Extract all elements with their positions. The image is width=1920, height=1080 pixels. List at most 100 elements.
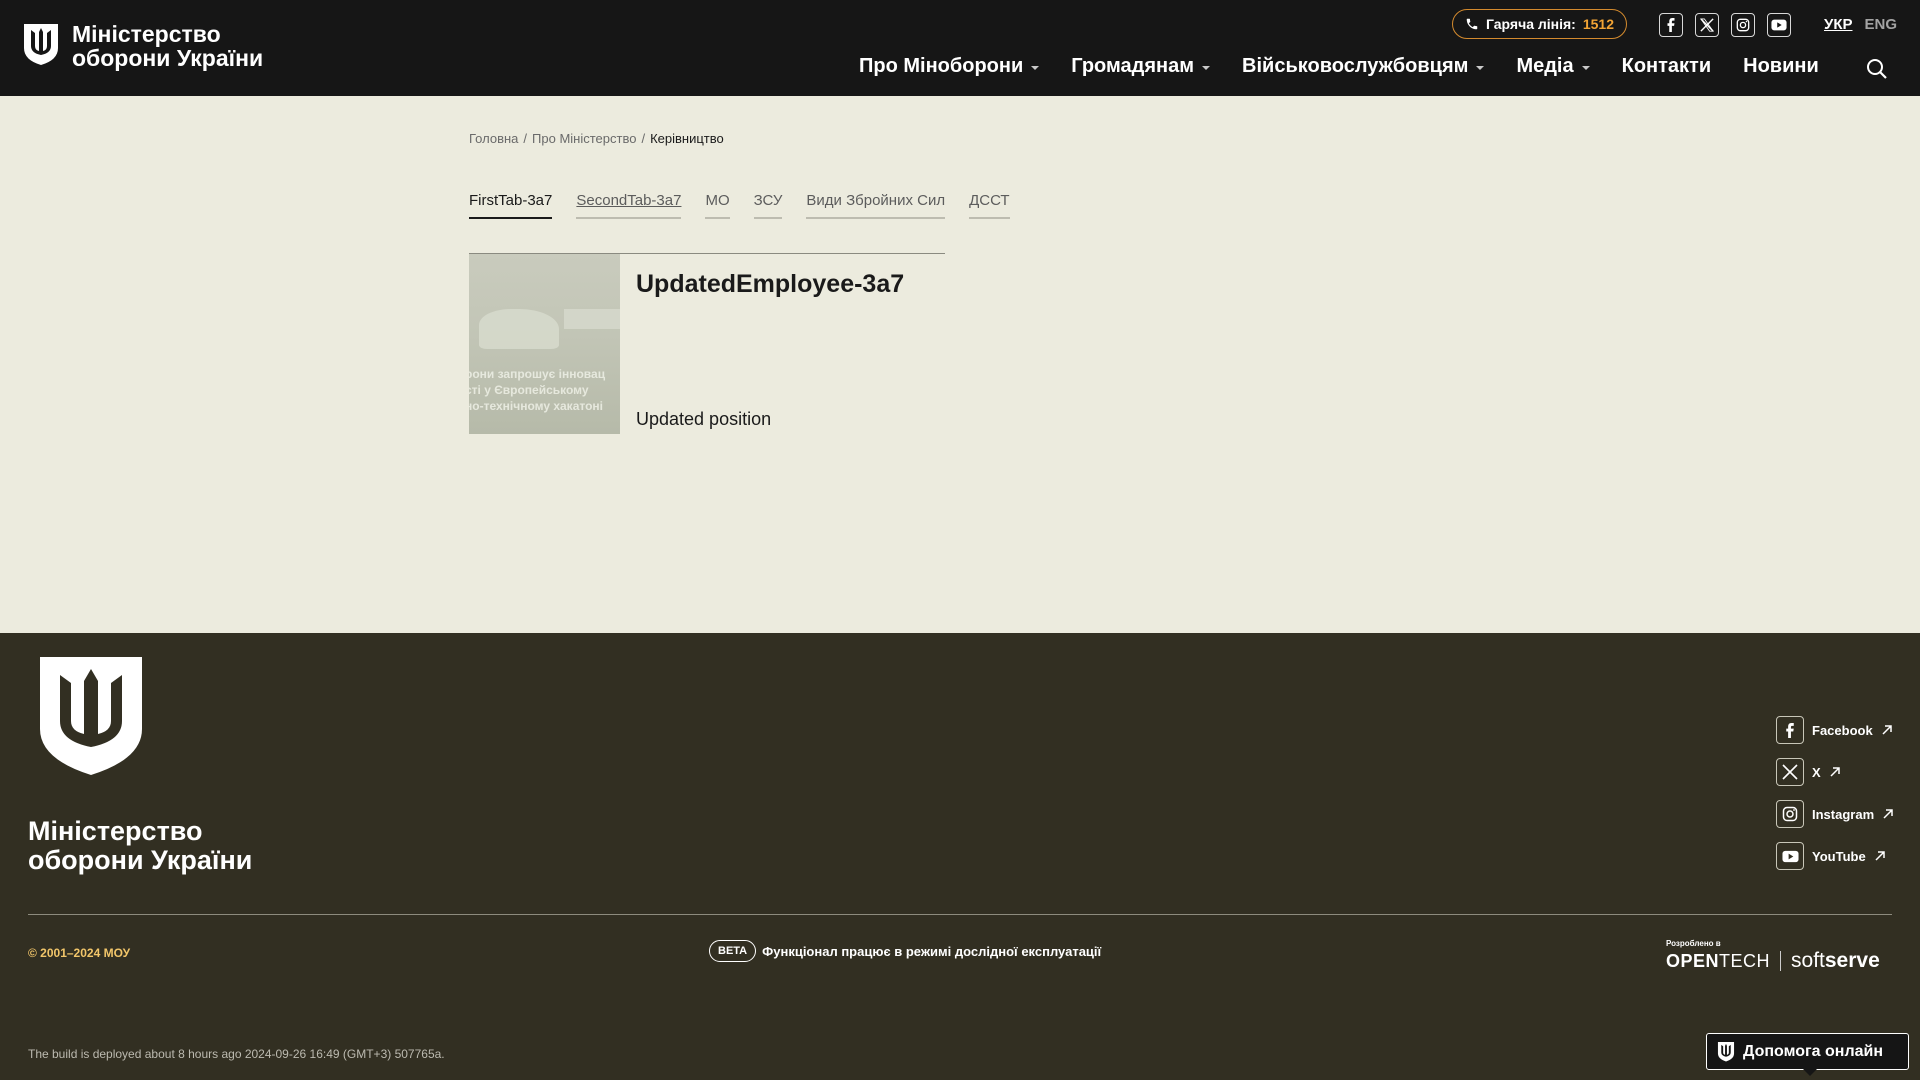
tab-second[interactable]: SecondTab-3a7 [576,192,682,219]
photo-caption: рони запрошує інновац сті у Європейськом… [469,366,620,414]
hotline-button[interactable]: Гаряча лінія: 1512 [1452,9,1627,39]
nav-label: Про Міноборони [859,55,1024,77]
beta-notice: BETA Функціонал працює в режимі дослідно… [709,940,1101,962]
nav-label: Медіа [1516,55,1574,77]
photo-caption-line: сті у Європейському [469,383,589,397]
footer-x-link[interactable]: X [1776,758,1894,786]
employee-info: UpdatedEmployee-3a7 Updated position [620,254,945,433]
breadcrumb-separator: / [523,131,528,146]
footer-title-line-2: оборони України [28,845,253,875]
opentech-bold: OPEN [1666,950,1720,971]
chevron-down-icon [1581,65,1590,70]
employee-position: Updated position [636,409,772,429]
external-link-icon [1830,767,1840,777]
tab-dsst[interactable]: ДССТ [969,192,1010,219]
footer-instagram-link[interactable]: Instagram [1776,800,1894,828]
tab-mo[interactable]: МО [705,192,730,219]
footer-facebook-link[interactable]: Facebook [1776,716,1894,744]
nav-servicemen[interactable]: Військовослужбовцям [1242,55,1485,78]
copyright: © 2001–2024 МОУ [28,946,131,960]
help-label: Допомога онлайн [1743,1042,1883,1060]
hotline-number: 1512 [1582,16,1614,32]
nav-media[interactable]: Медіа [1516,55,1590,78]
footer-title-line-1: Міністерство [28,816,203,846]
photo-caption-line: рони запрошує інновац [469,367,606,381]
employee-card[interactable]: рони запрошує інновац сті у Європейськом… [469,253,945,434]
language-switcher: УКР ENG [1824,16,1897,33]
instagram-icon[interactable] [1731,13,1755,37]
x-icon [1776,758,1804,786]
tab-first[interactable]: FirstTab-3a7 [469,192,553,219]
footer-divider [28,914,1892,915]
softserve-logo[interactable]: softserve [1791,949,1880,973]
search-icon[interactable] [1866,58,1888,80]
employee-name: UpdatedEmployee-3a7 [636,270,905,298]
x-icon[interactable] [1695,13,1719,37]
phone-icon [1466,18,1478,30]
tab-armed-forces-types[interactable]: Види Збройних Сил [806,192,946,219]
softserve-light: soft [1791,949,1825,972]
photo-shape [564,309,620,329]
external-link-icon [1882,725,1892,735]
nav-label: Громадянам [1071,55,1195,77]
main-nav: Про Міноборони Громадянам Військовослужб… [859,55,1819,78]
breadcrumb-about[interactable]: Про Міністерство [532,131,636,146]
social-label: Instagram [1812,806,1875,822]
breadcrumb: Головна / Про Міністерство / Керівництво [469,131,724,146]
nav-label: Новини [1743,55,1819,77]
beta-badge: BETA [709,940,757,962]
youtube-icon[interactable] [1767,13,1791,37]
breadcrumb-home[interactable]: Головна [469,131,518,146]
external-link-icon [1883,809,1893,819]
employee-photo: рони запрошує інновац сті у Європейськом… [469,254,620,434]
softserve-bold: serve [1824,949,1880,972]
social-label: X [1812,764,1821,780]
nav-contacts[interactable]: Контакти [1622,55,1712,78]
opentech-logo[interactable]: OPENTECH [1666,951,1770,972]
tab-zsu[interactable]: ЗСУ [753,192,783,219]
youtube-icon [1776,842,1804,870]
trident-emblem-icon [40,657,142,775]
chevron-down-icon [1031,65,1040,70]
trident-emblem-icon [24,24,58,65]
logo-line-1: Міністерство [72,21,221,47]
facebook-icon[interactable] [1659,13,1683,37]
lang-eng[interactable]: ENG [1865,16,1898,33]
nav-news[interactable]: Новини [1743,55,1819,78]
beta-text: Функціонал працює в режимі дослідної екс… [762,943,1102,959]
social-label: YouTube [1812,848,1866,864]
social-label: Facebook [1812,722,1873,738]
chevron-down-icon [1202,65,1211,70]
chevron-down-icon [1476,65,1485,70]
site-footer: Міністерство оборони України Facebook X … [0,633,1920,1080]
footer-socials: Facebook X Instagram YouTube [1776,716,1894,870]
logo-line-2: оборони України [72,45,264,71]
lang-ukr[interactable]: УКР [1824,16,1853,33]
developer-credits: Розроблено в OPENTECH softserve [1666,939,1880,973]
instagram-icon [1776,800,1804,828]
help-online-button[interactable]: Допомога онлайн [1706,1033,1909,1076]
external-link-icon [1875,851,1885,861]
footer-youtube-link[interactable]: YouTube [1776,842,1894,870]
footer-title: Міністерство оборони України [28,817,252,875]
developed-by-label: Розроблено в [1666,939,1721,948]
logo-text: Міністерство оборони України [72,22,263,70]
site-header: Міністерство оборони України Гаряча ліні… [0,0,1920,96]
site-logo[interactable]: Міністерство оборони України [22,22,263,70]
facebook-icon [1776,716,1804,744]
breadcrumb-current: Керівництво [650,131,724,146]
hotline-label: Гаряча лінія: [1486,16,1576,32]
header-socials [1659,13,1791,37]
nav-about-ministry[interactable]: Про Міноборони [859,55,1040,78]
breadcrumb-separator: / [641,131,646,146]
photo-shape [479,309,559,349]
photo-caption-line: но-технічному хакатоні [469,399,603,413]
credits-separator [1780,951,1782,971]
nav-citizens[interactable]: Громадянам [1071,55,1211,78]
nav-label: Військовослужбовцям [1242,55,1469,77]
trident-emblem-icon [1717,1042,1735,1062]
tab-bar: FirstTab-3a7 SecondTab-3a7 МО ЗСУ Види З… [469,192,1010,219]
build-info: The build is deployed about 8 hours ago … [28,1047,445,1061]
opentech-light: TECH [1719,950,1771,971]
nav-label: Контакти [1621,55,1712,77]
